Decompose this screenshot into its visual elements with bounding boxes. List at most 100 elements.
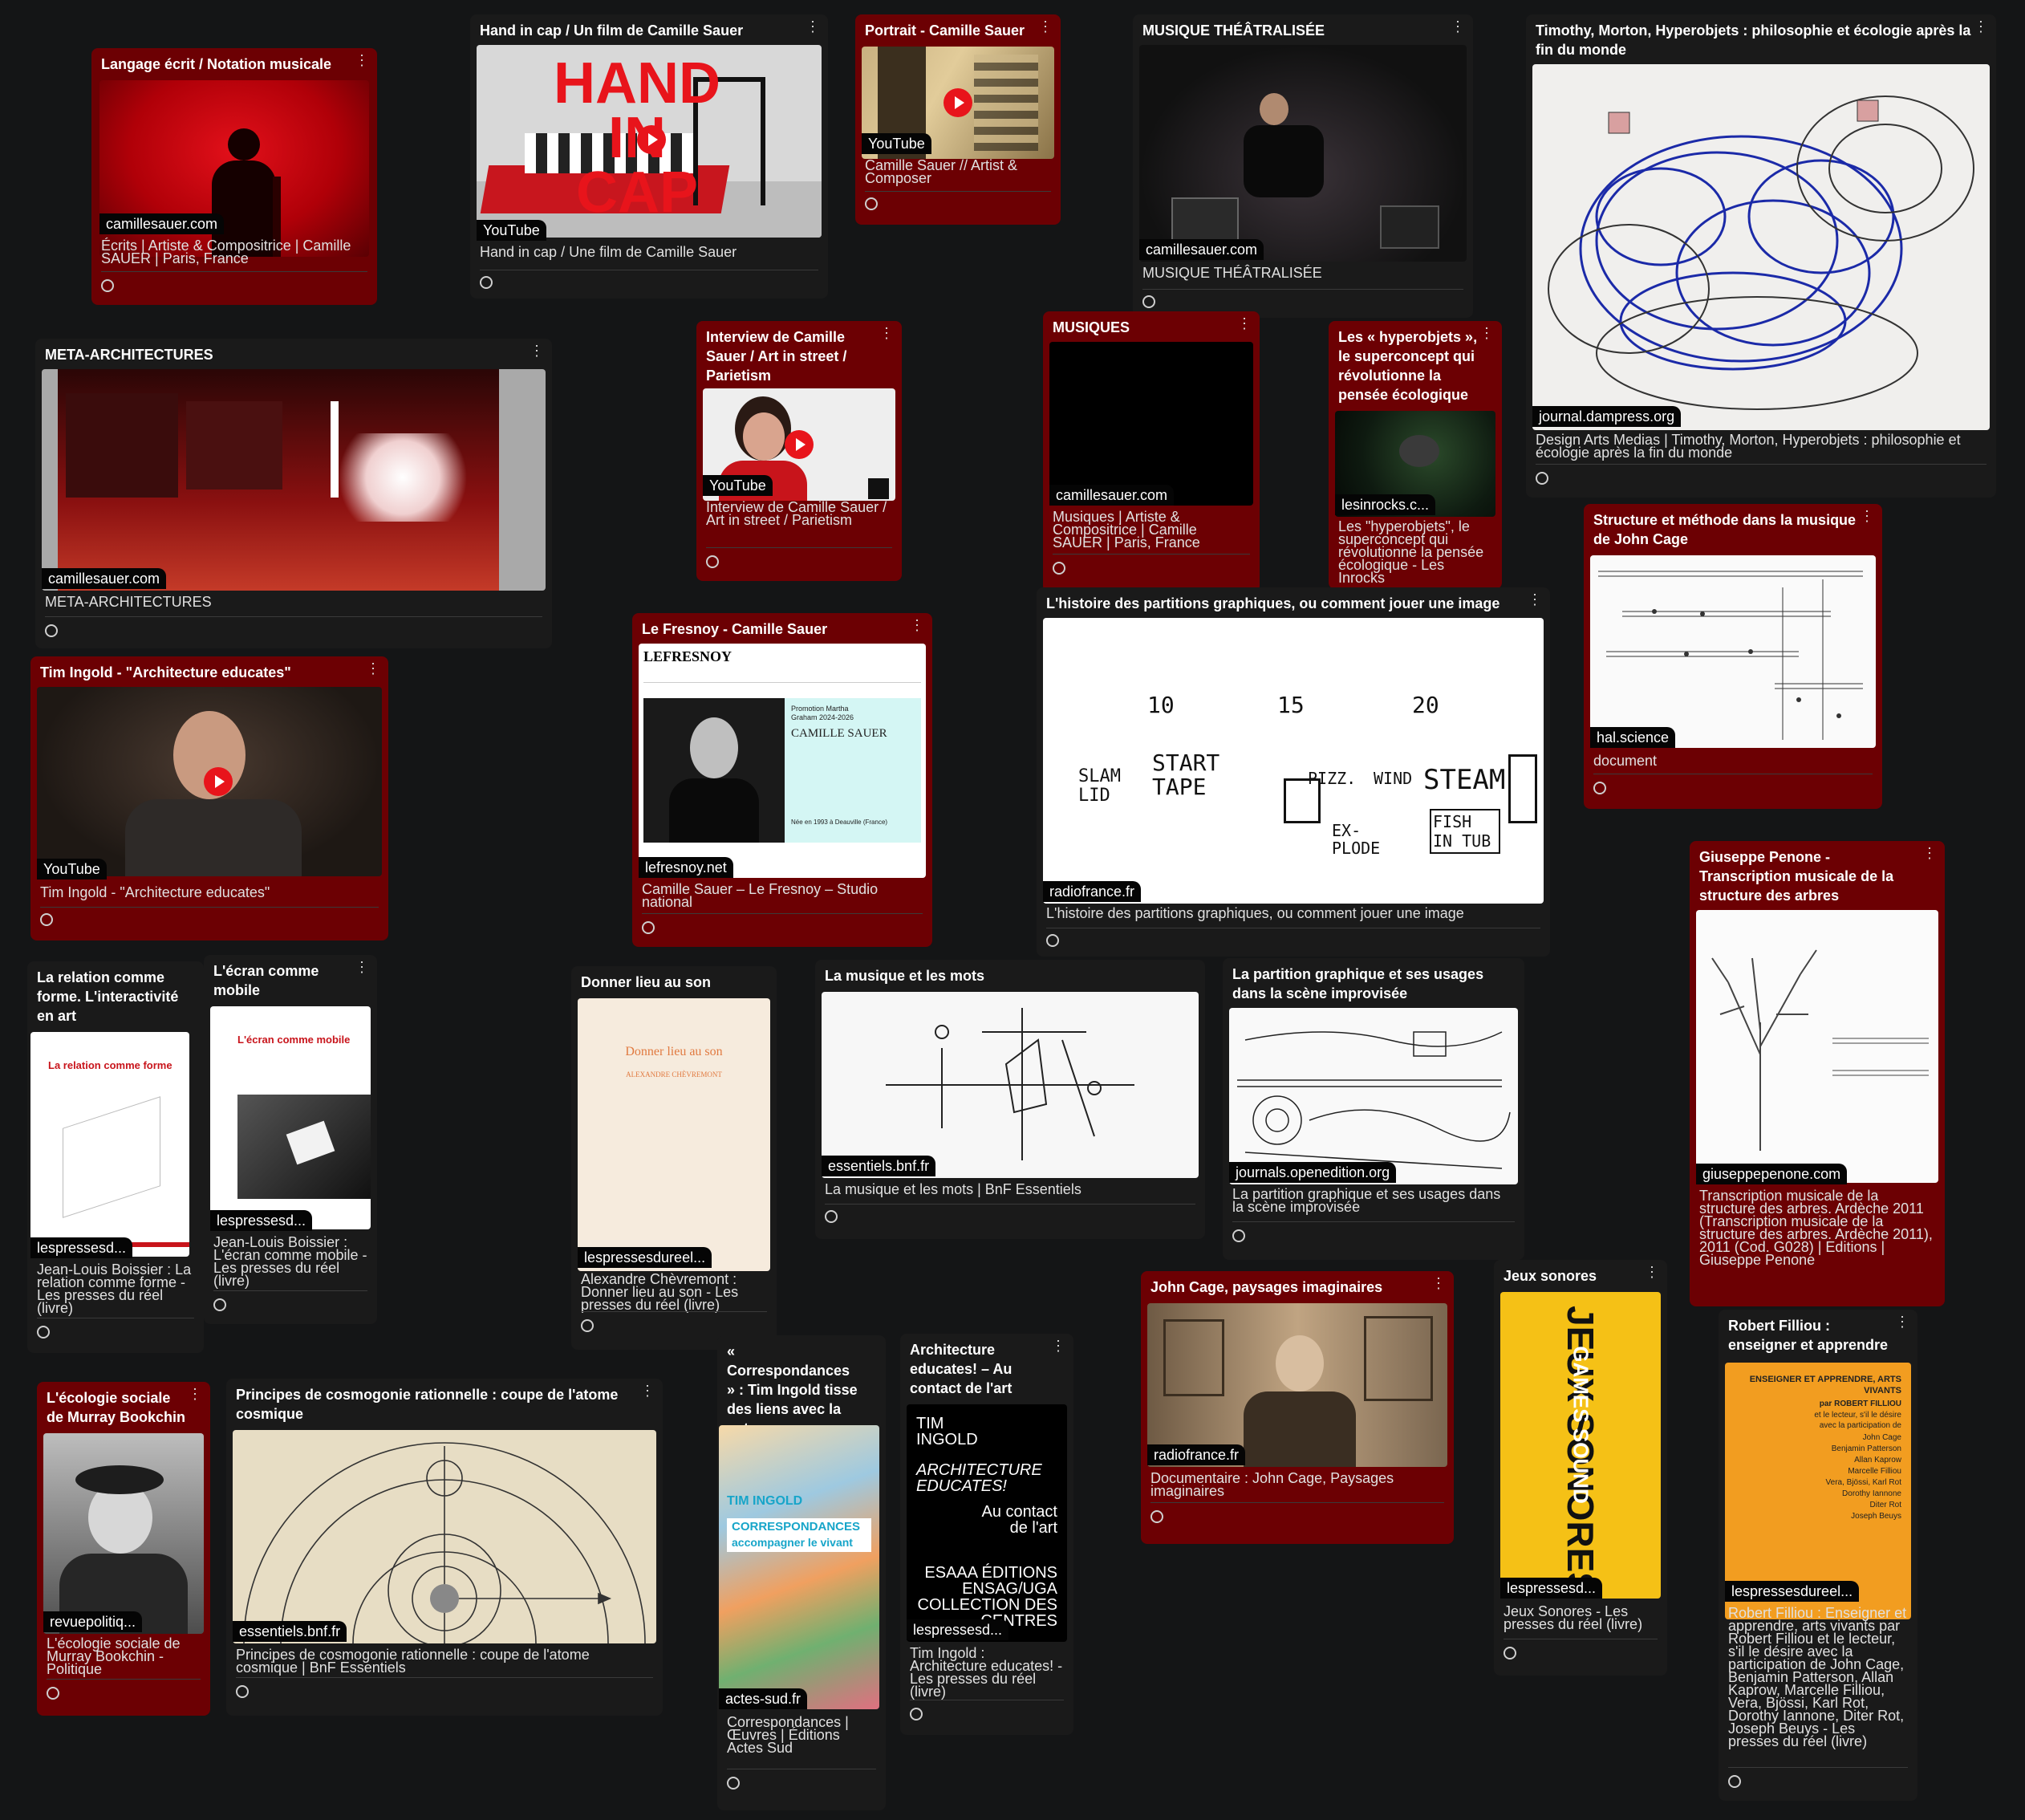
more-options-icon[interactable]: ⋮ (1645, 1265, 1659, 1279)
pin-card[interactable]: La relation comme forme. L'interactivité… (27, 961, 204, 1353)
more-options-icon[interactable]: ⋮ (910, 618, 924, 632)
link-icon[interactable] (101, 279, 114, 292)
link-icon[interactable] (642, 921, 655, 934)
play-icon[interactable] (785, 430, 814, 459)
link-icon[interactable] (1150, 1510, 1163, 1523)
pin-card[interactable]: Structure et méthode dans la musique de … (1584, 504, 1882, 809)
play-icon[interactable] (204, 767, 233, 796)
link-icon[interactable] (236, 1685, 249, 1698)
pin-thumbnail[interactable]: La relation comme forme (30, 1032, 189, 1257)
more-options-icon[interactable]: ⋮ (879, 326, 894, 340)
link-icon[interactable] (37, 1326, 50, 1339)
link-icon[interactable] (1232, 1229, 1245, 1242)
link-icon[interactable] (480, 276, 493, 289)
pin-thumbnail[interactable] (1532, 64, 1990, 430)
more-options-icon[interactable]: ⋮ (1528, 592, 1542, 607)
link-icon[interactable] (1046, 934, 1059, 947)
play-icon[interactable] (637, 125, 666, 154)
link-icon[interactable] (213, 1298, 226, 1311)
pin-card[interactable]: Donner lieu au son Donner lieu au son Al… (571, 966, 777, 1350)
pin-card[interactable]: La partition graphique et ses usages dan… (1223, 958, 1524, 1260)
pin-card[interactable]: Langage écrit / Notation musicale ⋮ cami… (91, 48, 377, 305)
pin-thumbnail[interactable] (1229, 1008, 1518, 1184)
pin-card[interactable]: L'histoire des partitions graphiques, ou… (1037, 587, 1550, 957)
pin-thumbnail[interactable]: L'écran comme mobile (210, 1006, 371, 1229)
pin-thumbnail[interactable]: TIM INGOLD ARCHITECTURE EDUCATES! Au con… (907, 1404, 1067, 1642)
link-icon[interactable] (1593, 782, 1606, 794)
more-options-icon[interactable]: ⋮ (355, 53, 369, 67)
pin-card[interactable]: Jeux sonores ⋮ JEUX SONORES GAMES SOUND … (1494, 1260, 1667, 1676)
link-icon[interactable] (1504, 1647, 1516, 1660)
pin-card[interactable]: Les « hyperobjets », le superconcept qui… (1329, 321, 1502, 589)
pin-thumbnail[interactable] (1139, 45, 1467, 262)
pin-card[interactable]: MUSIQUE THÉÂTRALISÉE ⋮ camillesauer.com … (1133, 14, 1473, 318)
link-icon[interactable] (1536, 472, 1548, 485)
more-options-icon[interactable]: ⋮ (1451, 19, 1465, 34)
pin-thumbnail[interactable]: JEUX SONORES GAMES SOUND (1500, 1292, 1661, 1599)
more-options-icon[interactable]: ⋮ (366, 661, 380, 676)
pin-card[interactable]: La musique et les mots essentiels.bnf.fr… (815, 960, 1205, 1239)
pin-thumbnail[interactable] (822, 992, 1199, 1178)
pin-card[interactable]: Architecture educates! – Au contact de l… (900, 1334, 1073, 1735)
more-options-icon[interactable]: ⋮ (1237, 316, 1252, 331)
pin-card[interactable]: L'écran comme mobile ⋮ L'écran comme mob… (204, 955, 377, 1324)
link-icon[interactable] (727, 1777, 740, 1790)
source-domain: lespressesd... (1500, 1578, 1603, 1599)
pin-thumbnail[interactable]: HAND IN CAP (477, 45, 822, 238)
pin-thumbnail[interactable] (233, 1430, 656, 1643)
source-domain: camillesauer.com (99, 213, 225, 234)
pin-card[interactable]: Principes de cosmogonie rationnelle : co… (226, 1379, 663, 1716)
pin-card[interactable]: « Correspondances » : Tim Ingold tisse d… (717, 1335, 886, 1810)
pin-card[interactable]: MUSIQUES ⋮ camillesauer.com Musiques | A… (1043, 311, 1260, 592)
more-options-icon[interactable]: ⋮ (1974, 19, 1988, 34)
more-options-icon[interactable]: ⋮ (188, 1387, 202, 1401)
source-domain: lefresnoy.net (639, 857, 733, 878)
pin-card[interactable]: Interview de Camille Sauer / Art in stre… (696, 321, 902, 581)
link-icon[interactable] (910, 1708, 923, 1720)
more-options-icon[interactable]: ⋮ (1051, 1339, 1065, 1353)
pin-thumbnail[interactable]: LEFRESNOY Promotion Martha Graham 2024-2… (639, 644, 926, 878)
pin-card[interactable]: Robert Filliou : enseigner et apprendre … (1719, 1310, 1917, 1801)
pin-thumbnail[interactable] (1049, 342, 1253, 506)
pin-card[interactable]: Hand in cap / Un film de Camille Sauer ⋮… (470, 14, 828, 299)
pin-thumbnail[interactable] (1696, 910, 1938, 1183)
more-options-icon[interactable]: ⋮ (1860, 509, 1874, 523)
more-options-icon[interactable]: ⋮ (1479, 326, 1494, 340)
more-options-icon[interactable]: ⋮ (530, 343, 544, 358)
link-icon[interactable] (1142, 295, 1155, 308)
more-options-icon[interactable]: ⋮ (1038, 19, 1053, 34)
pin-card[interactable]: Tim Ingold - "Architecture educates" ⋮ Y… (30, 656, 388, 940)
link-icon[interactable] (865, 197, 878, 210)
pin-card[interactable]: L'écologie sociale de Murray Bookchin ⋮ … (37, 1382, 210, 1716)
pin-thumbnail[interactable] (43, 1433, 204, 1634)
pin-description: Musiques | Artiste & Compositrice | Cami… (1053, 509, 1200, 550)
pin-thumbnail[interactable] (42, 369, 546, 591)
link-icon[interactable] (45, 624, 58, 637)
pin-thumbnail[interactable] (1147, 1303, 1447, 1467)
pin-card[interactable]: Timothy, Morton, Hyperobjets : philosoph… (1526, 14, 1996, 498)
pin-thumbnail[interactable]: 10 15 20 SLAM LID START TAPE PIZZ. WIND … (1043, 618, 1544, 904)
pin-card[interactable]: Le Fresnoy - Camille Sauer ⋮ LEFRESNOY P… (632, 613, 932, 947)
more-options-icon[interactable]: ⋮ (640, 1383, 655, 1398)
pin-card[interactable]: Giuseppe Penone - Transcription musicale… (1690, 841, 1945, 1306)
more-options-icon[interactable]: ⋮ (355, 960, 369, 974)
more-options-icon[interactable]: ⋮ (1431, 1276, 1446, 1290)
link-icon[interactable] (825, 1210, 838, 1223)
pin-thumbnail[interactable] (37, 687, 382, 876)
pin-card[interactable]: John Cage, paysages imaginaires ⋮ radiof… (1141, 1271, 1454, 1544)
pin-thumbnail[interactable] (1590, 555, 1876, 748)
more-options-icon[interactable]: ⋮ (1922, 846, 1937, 860)
link-icon[interactable] (40, 913, 53, 926)
more-options-icon[interactable]: ⋮ (806, 19, 820, 34)
link-icon[interactable] (706, 555, 719, 568)
play-icon[interactable] (944, 88, 972, 117)
pin-card[interactable]: Portrait - Camille Sauer ⋮ YouTube Camil… (855, 14, 1061, 225)
link-icon[interactable] (1053, 562, 1065, 575)
pin-thumbnail[interactable]: TIM INGOLD CORRESPONDANCES accompagner l… (719, 1425, 879, 1709)
link-icon[interactable] (581, 1319, 594, 1332)
link-icon[interactable] (47, 1687, 59, 1700)
pin-thumbnail[interactable]: Donner lieu au son Alexandre Chèvremont (578, 998, 770, 1271)
more-options-icon[interactable]: ⋮ (1895, 1314, 1909, 1329)
pin-card[interactable]: META-ARCHITECTURES ⋮ camillesauer.com ME… (35, 339, 552, 648)
link-icon[interactable] (1728, 1775, 1741, 1788)
